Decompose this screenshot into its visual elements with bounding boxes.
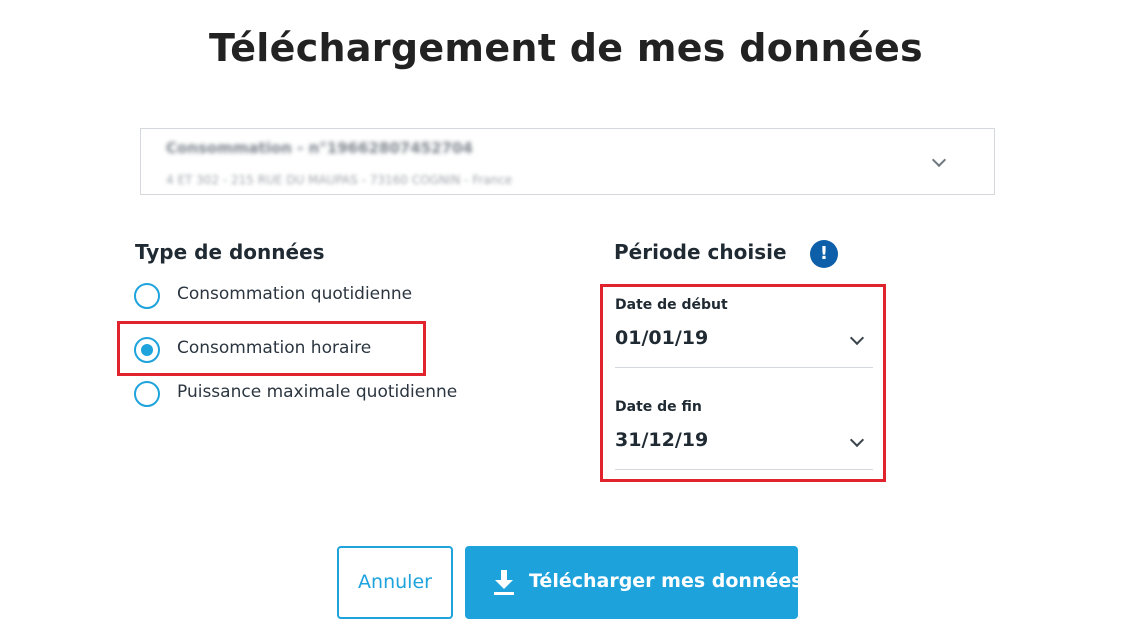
radio-label: Consommation quotidienne xyxy=(177,284,413,304)
account-select-address: 4 ET 302 - 215 RUE DU MAUPAS - 73160 COG… xyxy=(166,173,513,187)
account-select-title: Consommation - n°19662807452704 xyxy=(166,139,473,157)
highlight-box xyxy=(600,284,886,482)
radio-button[interactable] xyxy=(134,381,160,407)
download-button-label: Télécharger mes données xyxy=(529,570,803,592)
radio-label: Puissance maximale quotidienne xyxy=(177,382,458,402)
account-select[interactable]: Consommation - n°19662807452704 4 ET 302… xyxy=(140,128,995,195)
highlight-box xyxy=(117,321,426,376)
data-type-title: Type de données xyxy=(135,240,325,264)
info-icon[interactable]: ! xyxy=(810,240,838,268)
radio-daily-consumption[interactable]: Consommation quotidienne xyxy=(134,283,464,313)
download-icon xyxy=(494,570,514,595)
radio-button[interactable] xyxy=(134,283,160,309)
chevron-down-icon xyxy=(933,157,945,169)
radio-max-daily-power[interactable]: Puissance maximale quotidienne xyxy=(134,381,514,411)
cancel-button[interactable]: Annuler xyxy=(337,546,453,619)
dialog-title: Téléchargement de mes données xyxy=(209,26,923,70)
period-title: Période choisie xyxy=(614,240,787,264)
download-button[interactable]: Télécharger mes données xyxy=(465,546,803,619)
